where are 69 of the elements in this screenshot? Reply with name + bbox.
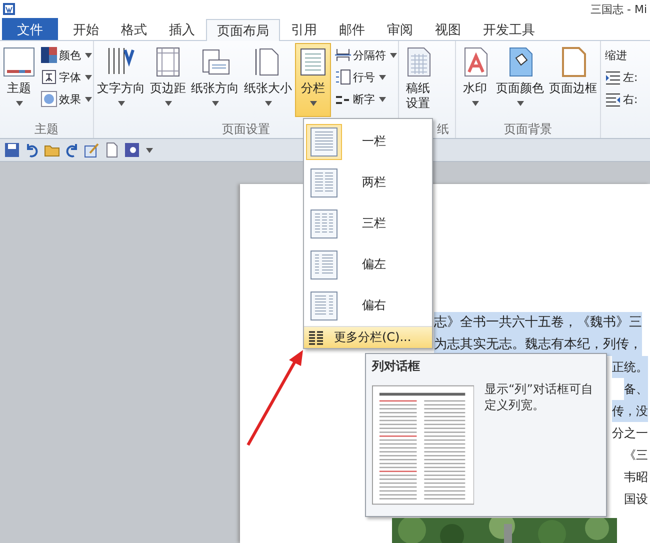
theme-icon xyxy=(3,46,35,78)
ribbon-tab[interactable]: 开始 xyxy=(62,18,110,40)
edit-icon xyxy=(84,142,100,158)
undo-icon xyxy=(24,142,40,158)
group-label: 页面背景 xyxy=(503,121,553,138)
columns-lines-icon xyxy=(308,330,324,346)
group-label: 主题 xyxy=(34,121,60,138)
ribbon-button[interactable]: 稿纸设置 xyxy=(400,43,436,117)
ribbon-button[interactable]: 水印 xyxy=(457,43,493,117)
ribbon-small-button[interactable]: 字体 xyxy=(41,67,92,87)
document-text: 志》全书一共六十五卷，《魏书》三 xyxy=(434,312,642,334)
two-columns-icon xyxy=(308,166,340,198)
document-text: 传，没 xyxy=(612,400,648,422)
ribbon-button[interactable]: 页边距 xyxy=(148,43,188,117)
ribbon-tab[interactable]: 开发工具 xyxy=(472,18,546,40)
group-label: 纸 xyxy=(436,121,450,138)
ribbon-button[interactable]: 页面颜色 xyxy=(494,43,546,117)
document-text: 韦昭 xyxy=(624,469,648,486)
group-label: 页面设置 xyxy=(221,121,271,138)
ribbon-small-button[interactable]: 断字 xyxy=(335,89,397,109)
document-text: 分之一 xyxy=(612,425,648,442)
three-columns-icon xyxy=(308,208,340,240)
new-page-icon xyxy=(104,142,120,158)
ribbon-tab[interactable]: 引用 xyxy=(280,18,328,40)
ribbon-tab[interactable]: 视图 xyxy=(424,18,472,40)
indent-field[interactable]: 左: xyxy=(605,67,638,87)
redo-icon xyxy=(64,142,80,158)
indent-label: 缩进 xyxy=(605,48,628,64)
customize-caret-icon[interactable] xyxy=(146,148,153,152)
ribbon-small-button[interactable]: 分隔符 xyxy=(335,45,397,65)
ribbon-button[interactable]: 文字方向 xyxy=(95,43,147,117)
ribbon-button[interactable]: 纸张方向 xyxy=(189,43,241,117)
tooltip-text: 显示“列”对话框可自定义列宽。 xyxy=(484,381,594,414)
document-text: 正统。 xyxy=(612,356,648,378)
ribbon-button[interactable]: 分栏 xyxy=(295,43,331,117)
indent-field[interactable]: 右: xyxy=(605,89,638,109)
menu-item[interactable]: 偏左 xyxy=(304,244,432,285)
ribbon-button[interactable]: 纸张大小 xyxy=(242,43,294,117)
document-text: 《三 xyxy=(624,447,648,464)
ribbon-small-button[interactable]: 效果 xyxy=(41,89,92,109)
ribbon-button[interactable]: 主题 xyxy=(1,43,37,117)
effects-icon xyxy=(41,91,57,107)
ribbon-tab[interactable]: 格式 xyxy=(110,18,158,40)
document-text: 国设 xyxy=(624,491,648,508)
left-column-icon xyxy=(308,248,340,280)
line-numbers-icon xyxy=(335,69,351,85)
indent-right-icon xyxy=(605,91,621,107)
save-icon xyxy=(4,142,20,158)
document-text: 备、 xyxy=(624,378,648,400)
ribbon-tab[interactable]: 页面布局 xyxy=(206,19,280,41)
window-title: 三国志 - Mi xyxy=(590,2,647,16)
menu-item[interactable]: 三栏 xyxy=(304,203,432,244)
color-swatch-icon xyxy=(41,47,57,63)
file-tab[interactable]: 文件 xyxy=(2,18,58,40)
tooltip-title: 列对话框 xyxy=(372,358,421,375)
single-column-icon xyxy=(308,126,340,158)
ribbon-tab[interactable]: 插入 xyxy=(158,18,206,40)
right-column-icon xyxy=(308,290,340,322)
menu-item[interactable]: 一栏 xyxy=(304,121,432,162)
indent-left-icon xyxy=(605,69,621,85)
ribbon-tab[interactable]: 审阅 xyxy=(376,18,424,40)
more-columns-item[interactable]: 更多分栏(C)... xyxy=(304,326,432,348)
page-break-icon xyxy=(335,47,351,63)
ribbon-small-button[interactable]: 颜色 xyxy=(41,45,92,65)
ribbon-button[interactable]: 页面边框 xyxy=(547,43,599,117)
menu-item[interactable]: 两栏 xyxy=(304,162,432,203)
ribbon-small-button[interactable]: 行号 xyxy=(335,67,397,87)
ribbon-tab[interactable]: 邮件 xyxy=(328,18,376,40)
menu-item[interactable]: 偏右 xyxy=(304,285,432,326)
